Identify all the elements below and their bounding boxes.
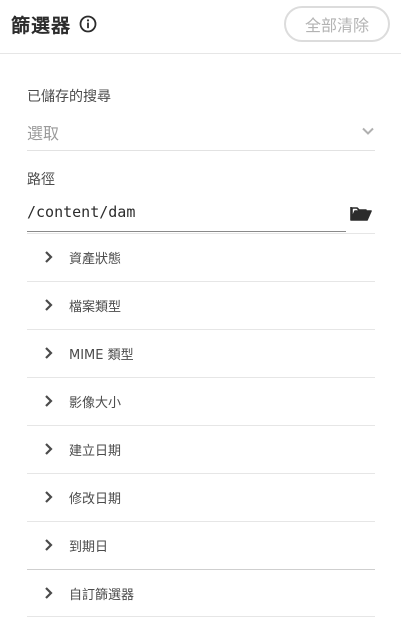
section-created-date[interactable]: 建立日期 xyxy=(27,425,375,473)
section-mime-type[interactable]: MIME 類型 xyxy=(27,329,375,377)
chevron-right-icon xyxy=(45,539,53,551)
chevron-right-icon xyxy=(45,299,53,311)
saved-search-select[interactable]: 選取 xyxy=(27,114,375,151)
panel-title: 篩選器 xyxy=(11,15,72,37)
section-expiry-date[interactable]: 到期日 xyxy=(27,521,375,569)
chevron-right-icon xyxy=(45,395,53,407)
section-label: MIME 類型 xyxy=(69,348,134,363)
section-label: 到期日 xyxy=(69,540,109,555)
section-label: 資產狀態 xyxy=(69,252,122,267)
section-file-type[interactable]: 檔案類型 xyxy=(27,281,375,329)
filter-sections: 資產狀態 檔案類型 MIME 類型 影像大小 建立日期 修改日期 到期日 自訂篩… xyxy=(27,233,375,617)
chevron-right-icon xyxy=(45,587,53,599)
section-label: 檔案類型 xyxy=(69,300,122,315)
saved-search-label: 已儲存的搜尋 xyxy=(27,89,111,105)
section-label: 自訂篩選器 xyxy=(69,588,135,603)
section-image-size[interactable]: 影像大小 xyxy=(27,377,375,425)
chevron-down-icon xyxy=(362,127,374,135)
chevron-right-icon xyxy=(45,491,53,503)
section-modified-date[interactable]: 修改日期 xyxy=(27,473,375,521)
section-label: 修改日期 xyxy=(69,492,122,507)
path-input[interactable] xyxy=(27,196,346,232)
folder-open-icon[interactable] xyxy=(350,204,372,222)
chevron-right-icon xyxy=(45,251,53,263)
saved-search-value: 選取 xyxy=(27,124,60,143)
filter-header: 篩選器 全部清除 xyxy=(0,0,401,54)
chevron-right-icon xyxy=(45,347,53,359)
chevron-right-icon xyxy=(45,443,53,455)
section-asset-status[interactable]: 資產狀態 xyxy=(27,233,375,281)
section-label: 建立日期 xyxy=(69,444,122,459)
clear-all-button[interactable]: 全部清除 xyxy=(284,6,390,42)
path-label: 路徑 xyxy=(27,172,55,188)
section-label: 影像大小 xyxy=(69,396,122,411)
info-circle-icon[interactable] xyxy=(79,15,97,33)
section-custom-filter[interactable]: 自訂篩選器 xyxy=(27,569,375,617)
